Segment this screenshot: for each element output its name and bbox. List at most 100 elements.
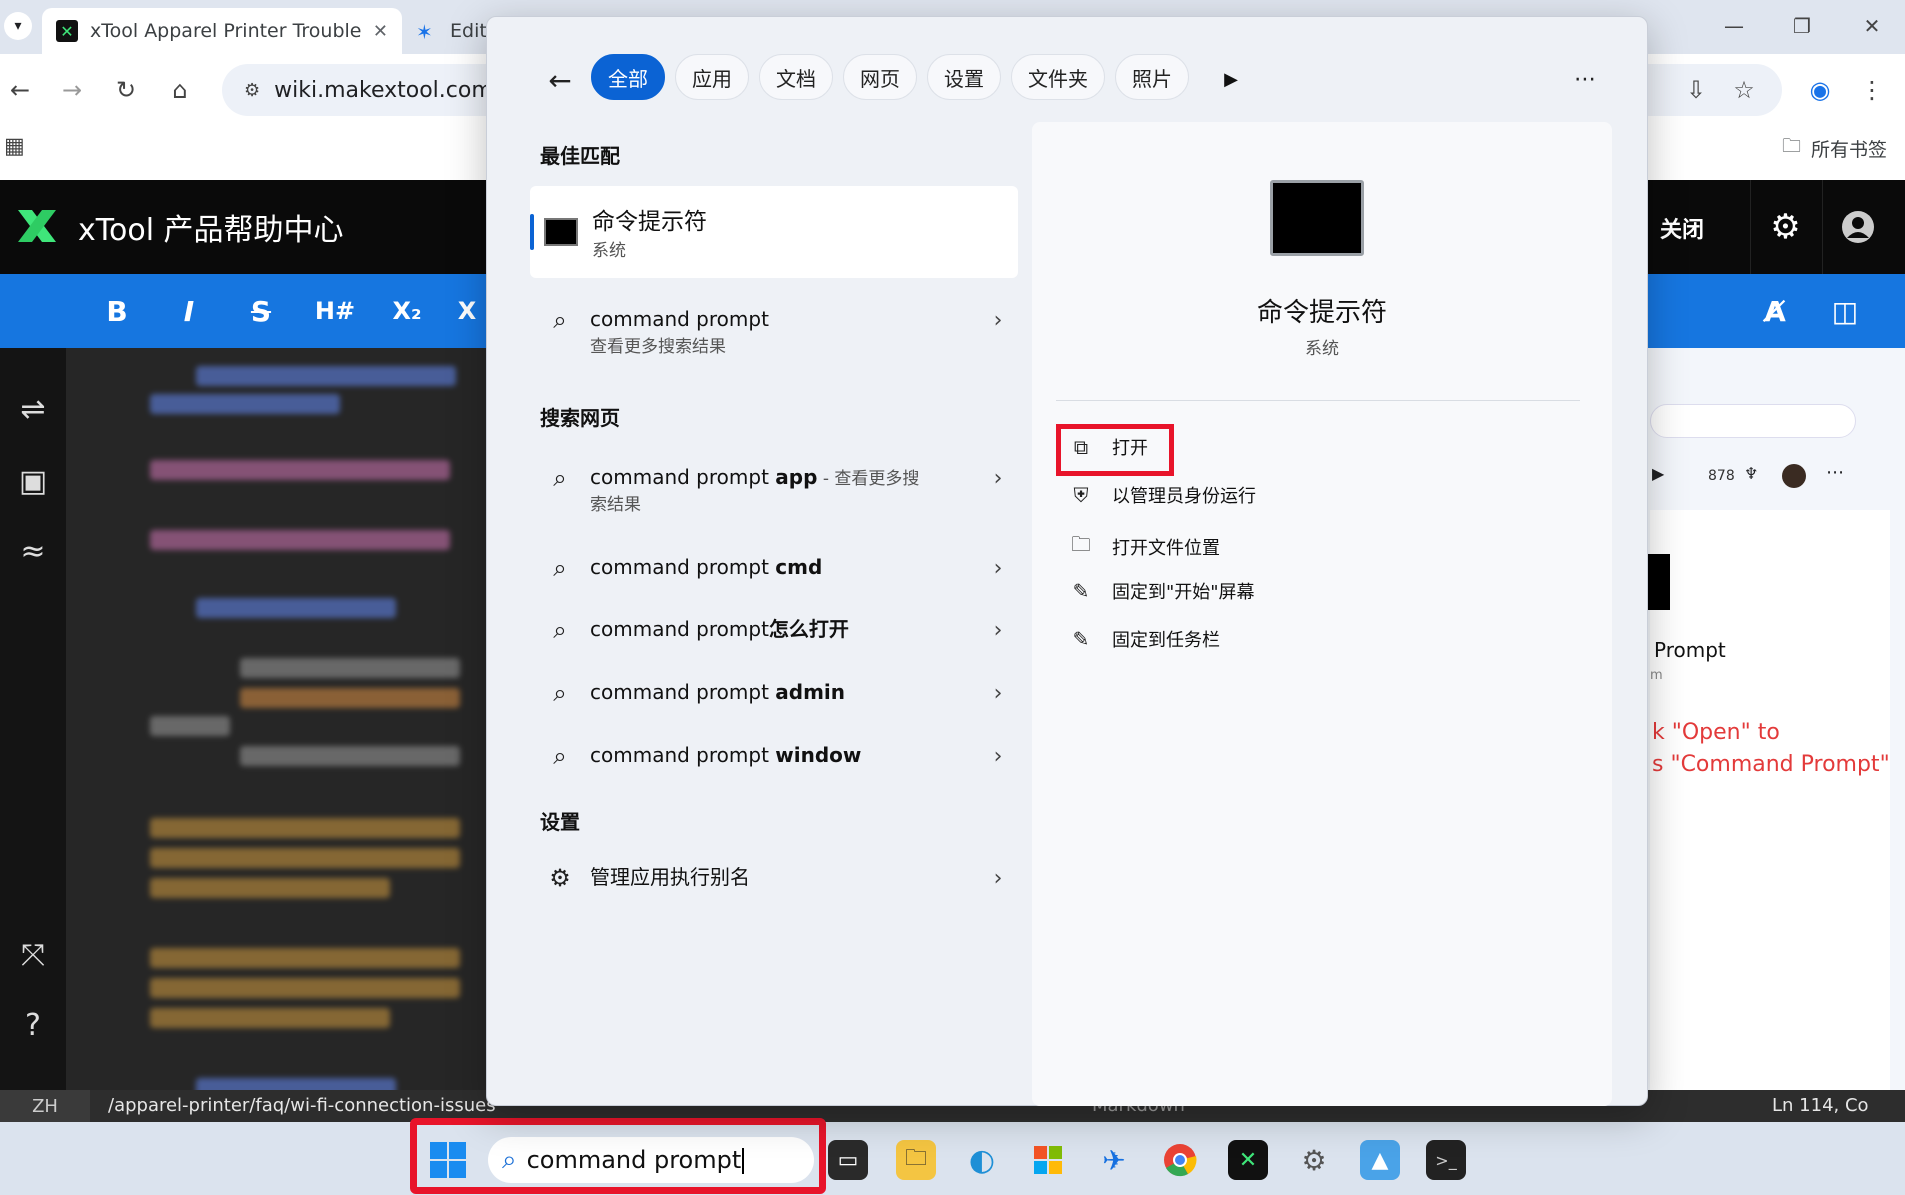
link-icon[interactable]: ⇌ bbox=[8, 384, 58, 434]
action-pin-to-start[interactable]: ✎ 固定到"开始"屏幕 bbox=[1068, 578, 1255, 604]
search-icon: ⌕ bbox=[553, 464, 567, 492]
result-prefix: command prompt bbox=[590, 680, 776, 704]
chevron-right-icon[interactable]: › bbox=[978, 552, 1018, 581]
play-icon[interactable]: ▶ bbox=[1652, 464, 1664, 483]
superscript-button[interactable]: X bbox=[448, 282, 486, 340]
xtool-logo-icon bbox=[18, 210, 56, 242]
subscript-button[interactable]: X₂ bbox=[378, 282, 436, 340]
all-bookmarks-label: 所有书签 bbox=[1810, 138, 1887, 161]
prompt-label: Prompt bbox=[1654, 638, 1726, 662]
web-result-item[interactable]: ⌕ command prompt admin › bbox=[530, 677, 1018, 707]
result-suffix: - 查看更多搜 bbox=[817, 469, 920, 489]
xtool-logo-icon: ✕ bbox=[56, 20, 78, 42]
store-icon[interactable] bbox=[1028, 1140, 1068, 1180]
status-language[interactable]: ZH bbox=[0, 1090, 90, 1122]
terminal-icon[interactable]: >_ bbox=[1426, 1140, 1466, 1180]
file-explorer-icon[interactable]: 🗀 bbox=[896, 1140, 936, 1180]
action-label: 打开文件位置 bbox=[1112, 538, 1220, 559]
search-filter-chips: 全部 应用 文档 网页 设置 文件夹 照片 bbox=[591, 54, 1189, 100]
bold-button[interactable]: B bbox=[88, 282, 146, 340]
action-open-file-location[interactable]: 🗀 打开文件位置 bbox=[1068, 530, 1220, 564]
images-icon[interactable]: ▣ bbox=[8, 456, 58, 506]
chart-icon[interactable]: ≈ bbox=[8, 526, 58, 576]
filter-documents[interactable]: 文档 bbox=[759, 54, 833, 100]
spellcheck-icon[interactable]: A̸ bbox=[1746, 282, 1804, 340]
back-arrow-icon[interactable]: ← bbox=[540, 60, 580, 100]
filter-web[interactable]: 网页 bbox=[843, 54, 917, 100]
shield-icon: ⛨ bbox=[1073, 483, 1089, 507]
fullscreen-icon[interactable]: ⤧ bbox=[8, 930, 58, 980]
all-bookmarks[interactable]: 🗀 所有书签 bbox=[1782, 132, 1887, 164]
web-result-item[interactable]: ⌕ command prompt cmd › bbox=[530, 552, 1018, 582]
close-editor-button[interactable]: 关闭 bbox=[1660, 212, 1704, 244]
folder-icon: 🗀 bbox=[1781, 135, 1801, 157]
more-results-item[interactable]: ⌕ command prompt 查看更多搜索结果 › bbox=[530, 304, 1018, 360]
home-icon[interactable]: ⌂ bbox=[160, 70, 200, 110]
help-icon[interactable]: ? bbox=[8, 1000, 58, 1050]
strikethrough-button[interactable]: S bbox=[232, 282, 290, 340]
web-result-item[interactable]: ⌕ command prompt app - 查看更多搜 索结果 › bbox=[530, 462, 1018, 518]
best-match-subtitle: 系统 bbox=[592, 241, 626, 261]
action-run-as-admin[interactable]: ⛨ 以管理员身份运行 bbox=[1068, 482, 1257, 508]
filter-all[interactable]: 全部 bbox=[591, 54, 665, 100]
filter-photos[interactable]: 照片 bbox=[1115, 54, 1189, 100]
tab-search-chevron-icon[interactable]: ▾ bbox=[4, 12, 32, 40]
xtool-app-icon[interactable]: ✕ bbox=[1228, 1140, 1268, 1180]
menu-icon[interactable]: ⋮ bbox=[1852, 70, 1892, 110]
chevron-right-icon[interactable]: › bbox=[978, 677, 1018, 706]
settings-app-icon[interactable]: ⚙ bbox=[1294, 1140, 1334, 1180]
avatar[interactable] bbox=[1782, 464, 1806, 488]
close-window-icon[interactable]: ✕ bbox=[1852, 12, 1892, 40]
chevron-right-icon[interactable]: › bbox=[978, 862, 1018, 891]
profile-icon[interactable]: ◉ bbox=[1800, 70, 1840, 110]
pin-icon: ✎ bbox=[1072, 627, 1090, 651]
chrome-icon[interactable] bbox=[1160, 1140, 1200, 1180]
more-filters-play-icon[interactable]: ▶ bbox=[1216, 64, 1246, 94]
reload-icon[interactable]: ↻ bbox=[106, 70, 146, 110]
apps-grid-icon[interactable]: ▦ bbox=[4, 134, 25, 159]
minimize-icon[interactable]: — bbox=[1714, 12, 1754, 40]
chevron-right-icon[interactable]: › bbox=[978, 614, 1018, 643]
filter-settings[interactable]: 设置 bbox=[927, 54, 1001, 100]
markdown-editor[interactable] bbox=[66, 348, 486, 1090]
more-icon[interactable]: ⋯ bbox=[1826, 462, 1844, 483]
install-app-icon[interactable]: ⇩ bbox=[1676, 70, 1716, 110]
search-icon: ⌕ bbox=[553, 679, 567, 707]
preview-toggle-icon[interactable]: ◫ bbox=[1816, 282, 1874, 340]
chevron-right-icon[interactable]: › bbox=[978, 740, 1018, 769]
restore-icon[interactable]: ❐ bbox=[1782, 12, 1822, 40]
more-options-icon[interactable]: ⋯ bbox=[1568, 62, 1602, 96]
feather-app-icon[interactable]: ✈ bbox=[1094, 1140, 1134, 1180]
italic-button[interactable]: I bbox=[160, 282, 218, 340]
preview-search-input[interactable] bbox=[1650, 404, 1856, 438]
app-alias-settings-icon: ⚙ bbox=[549, 864, 571, 892]
settings-gear-icon[interactable]: ⚙ bbox=[1750, 180, 1820, 274]
chevron-right-icon[interactable]: › bbox=[978, 304, 1018, 333]
bookmark-star-icon[interactable]: ☆ bbox=[1724, 70, 1764, 110]
forward-icon[interactable]: → bbox=[52, 70, 92, 110]
heading-button[interactable]: H# bbox=[306, 282, 364, 340]
filter-apps[interactable]: 应用 bbox=[675, 54, 749, 100]
preview-card bbox=[1650, 510, 1890, 1090]
action-label: 固定到任务栏 bbox=[1112, 630, 1220, 651]
back-icon[interactable]: ← bbox=[0, 70, 40, 110]
detail-title: 命令提示符 bbox=[1256, 298, 1387, 328]
settings-result-item[interactable]: ⚙ 管理应用执行别名 › bbox=[530, 862, 1018, 892]
site-title: xTool 产品帮助中心 bbox=[78, 213, 344, 248]
tab-xtool-apparel[interactable]: ✕ xTool Apparel Printer Trouble ✕ bbox=[42, 8, 402, 54]
folder-icon: 🗀 bbox=[1071, 532, 1091, 556]
photos-icon[interactable]: ▲ bbox=[1360, 1140, 1400, 1180]
filter-folders[interactable]: 文件夹 bbox=[1011, 54, 1105, 100]
task-view-icon[interactable]: ▭ bbox=[828, 1140, 868, 1180]
url-text: wiki.makextool.com/e bbox=[274, 77, 514, 103]
cmd-thumbnail bbox=[1648, 554, 1670, 610]
close-tab-icon[interactable]: ✕ bbox=[373, 21, 388, 42]
web-result-item[interactable]: ⌕ command prompt window › bbox=[530, 740, 1018, 770]
web-result-item[interactable]: ⌕ command prompt怎么打开 › bbox=[530, 614, 1018, 644]
edge-icon[interactable]: ◐ bbox=[962, 1140, 1002, 1180]
chevron-right-icon[interactable]: › bbox=[978, 462, 1018, 491]
view-count: 878 bbox=[1708, 468, 1735, 484]
action-pin-to-taskbar[interactable]: ✎ 固定到任务栏 bbox=[1068, 626, 1220, 652]
site-info-icon[interactable]: ⚙ bbox=[244, 80, 260, 101]
user-avatar-icon[interactable] bbox=[1822, 180, 1892, 274]
